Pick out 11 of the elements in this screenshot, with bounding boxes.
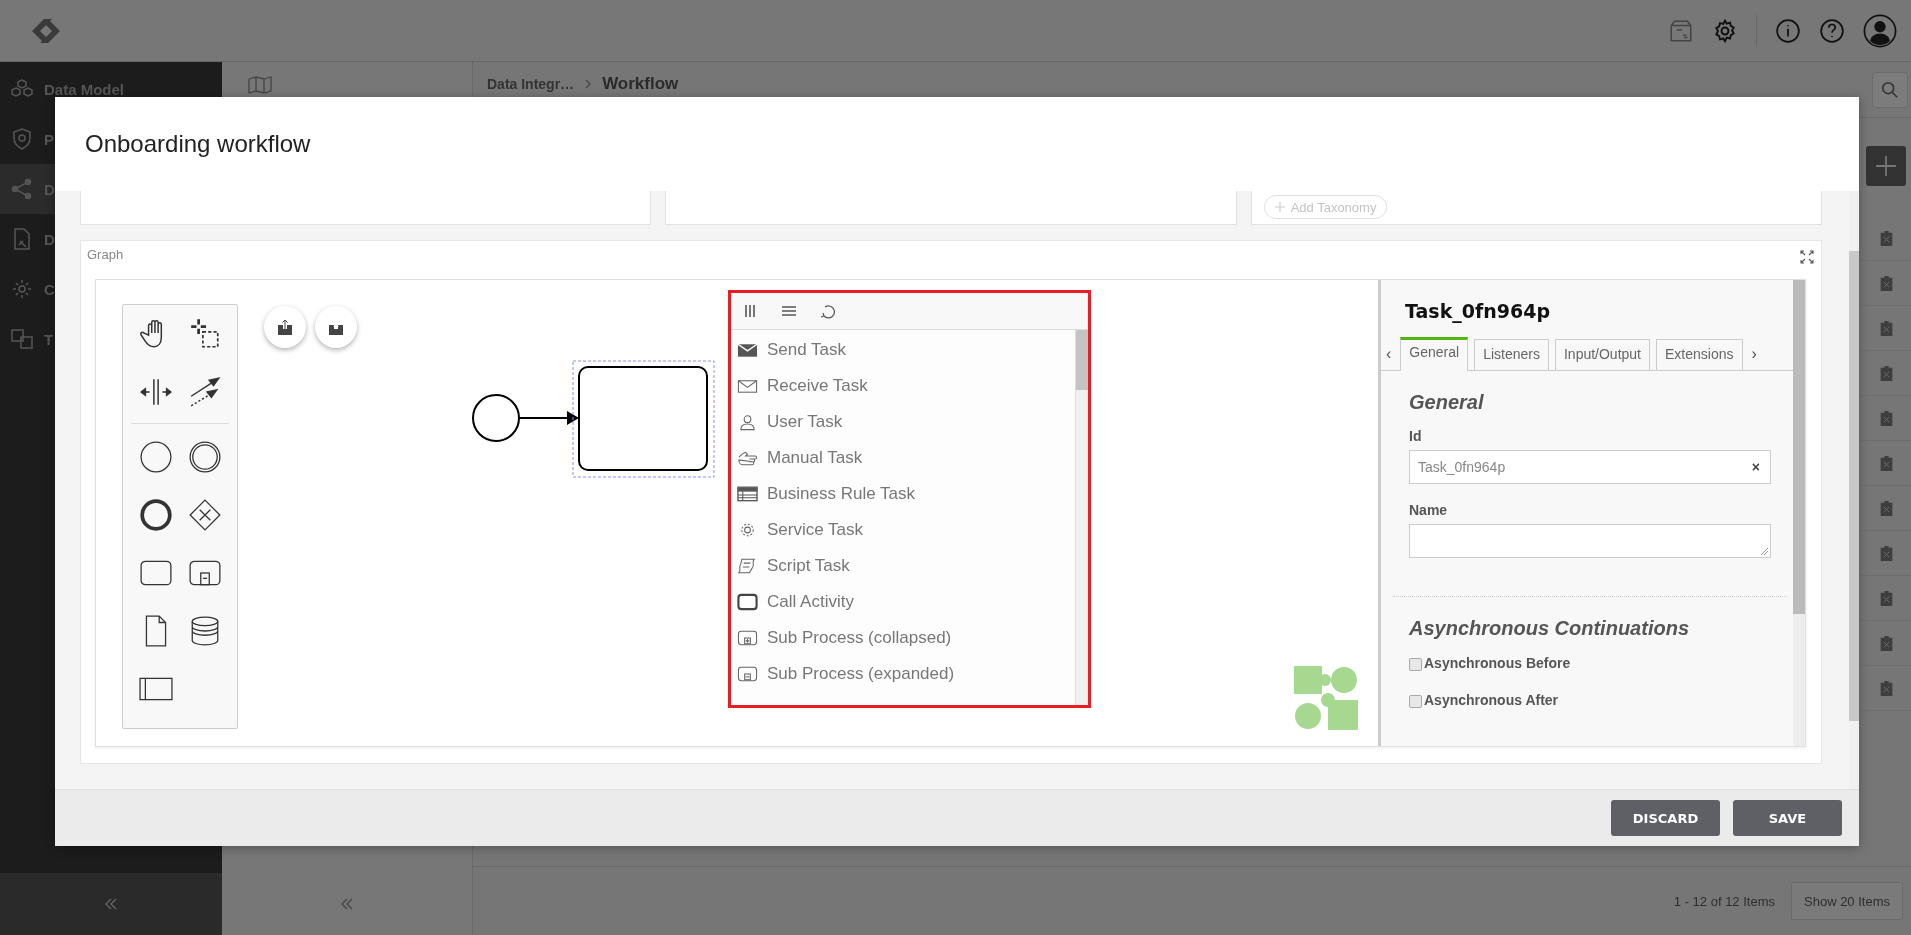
- section-heading: Asynchronous Continuations: [1409, 617, 1690, 640]
- checkbox-label: Asynchronous Before: [1424, 654, 1571, 671]
- checkbox-label: Asynchronous After: [1424, 691, 1559, 708]
- field-label: Id: [1409, 428, 1423, 444]
- section-heading: General: [1409, 391, 1485, 414]
- field-label: Name: [1409, 502, 1449, 518]
- panel-label: Graph: [87, 247, 124, 262]
- dialog-title: Onboarding workflow: [85, 130, 311, 158]
- breadcrumb-current: Workflow: [602, 74, 679, 94]
- pagination-summary: 1 - 12 of 12 Items: [1673, 893, 1775, 909]
- element-id-heading: Task_0fn964p: [1404, 299, 1552, 325]
